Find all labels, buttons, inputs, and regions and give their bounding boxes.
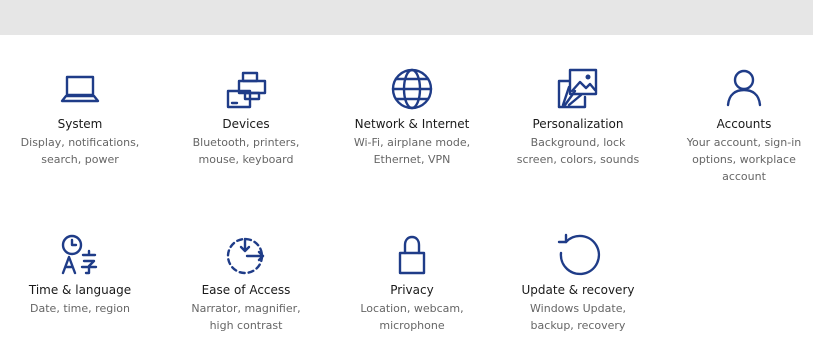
tile-title: Update & recovery bbox=[521, 283, 635, 297]
ease-of-access-icon bbox=[223, 233, 269, 279]
tile-description: Bluetooth, printers, mouse, keyboard bbox=[192, 136, 300, 166]
tile-description: Background, lock screen, colors, sounds bbox=[516, 136, 640, 166]
tile-title: Devices bbox=[222, 117, 270, 131]
tile-devices[interactable]: Devices Bluetooth, printers, mouse, keyb… bbox=[171, 67, 321, 168]
tile-title: Personalization bbox=[532, 117, 624, 131]
tile-description: Windows Update, backup, recovery bbox=[530, 302, 626, 332]
refresh-icon bbox=[555, 233, 601, 279]
lock-icon bbox=[389, 233, 435, 279]
person-icon bbox=[721, 67, 767, 113]
tile-network-internet[interactable]: Network & Internet Wi-Fi, airplane mode,… bbox=[337, 67, 487, 168]
top-bar bbox=[0, 0, 813, 35]
tile-title: Time & language bbox=[28, 283, 132, 297]
tile-system[interactable]: System Display, notifications, search, p… bbox=[5, 67, 155, 168]
devices-icon bbox=[223, 67, 269, 113]
tile-title: Accounts bbox=[716, 117, 772, 131]
tile-personalization[interactable]: Personalization Background, lock screen,… bbox=[503, 67, 653, 168]
laptop-icon bbox=[57, 67, 103, 113]
tile-title: Network & Internet bbox=[354, 117, 470, 131]
tile-description: Your account, sign-in options, workplace… bbox=[686, 136, 802, 183]
globe-icon bbox=[389, 67, 435, 113]
tile-description: Wi-Fi, airplane mode, Ethernet, VPN bbox=[353, 136, 471, 166]
tile-ease-of-access[interactable]: Ease of Access Narrator, magnifier, high… bbox=[171, 233, 321, 334]
tile-description: Location, webcam, microphone bbox=[360, 302, 464, 332]
tile-privacy[interactable]: Privacy Location, webcam, microphone bbox=[337, 233, 487, 334]
personalization-icon bbox=[555, 67, 601, 113]
time-language-icon bbox=[57, 233, 103, 279]
tile-title: System bbox=[57, 117, 103, 131]
tile-description: Display, notifications, search, power bbox=[20, 136, 140, 166]
tile-title: Ease of Access bbox=[201, 283, 291, 297]
tile-accounts[interactable]: Accounts Your account, sign-in options, … bbox=[669, 67, 813, 185]
tile-description: Narrator, magnifier, high contrast bbox=[191, 302, 301, 332]
tile-time-language[interactable]: Time & language Date, time, region bbox=[5, 233, 155, 317]
tile-description: Date, time, region bbox=[30, 302, 130, 315]
tile-update-recovery[interactable]: Update & recovery Windows Update, backup… bbox=[503, 233, 653, 334]
tile-title: Privacy bbox=[390, 283, 434, 297]
